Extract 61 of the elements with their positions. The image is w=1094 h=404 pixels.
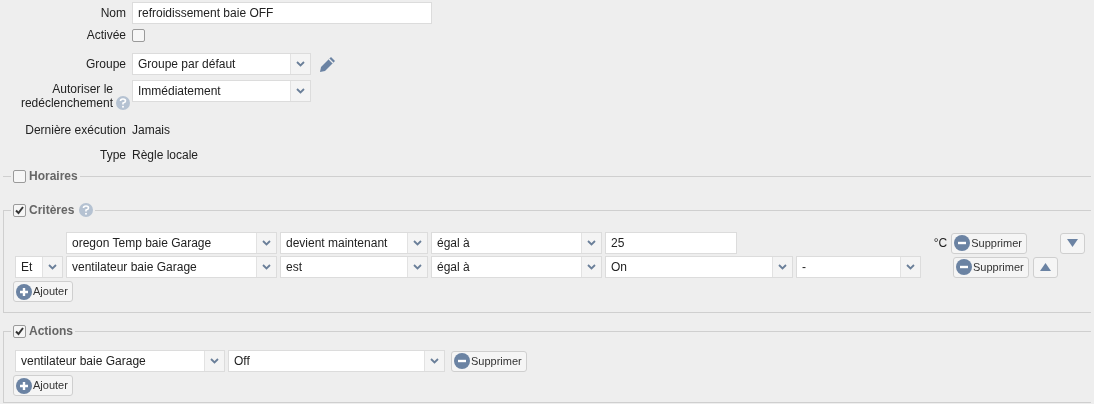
field-value: Règle locale <box>132 147 199 164</box>
chevron-icon <box>413 240 422 246</box>
dropdown-field[interactable]: est <box>280 256 428 278</box>
chevron-icon <box>778 264 787 270</box>
chevron-icon <box>430 358 439 364</box>
move-up-button[interactable] <box>1032 256 1058 278</box>
chevron-icon <box>262 240 271 246</box>
section-title: Actions <box>29 323 73 340</box>
chevron-icon <box>296 88 305 94</box>
chevron-icon <box>587 264 596 270</box>
field-label: Groupe <box>85 57 126 71</box>
dropdown-field[interactable]: oregon Temp baie Garage <box>66 232 277 254</box>
field-label: Dernière exécution <box>25 123 126 137</box>
add-button[interactable]: Ajouter <box>13 375 73 396</box>
field-label: Activée <box>86 28 126 42</box>
pencil-icon[interactable] <box>319 55 336 73</box>
chevron-icon <box>413 264 422 270</box>
add-button[interactable]: Ajouter <box>13 281 73 302</box>
chevron-icon <box>262 264 271 270</box>
section-title: Critères <box>29 202 75 219</box>
minus-icon <box>956 259 972 275</box>
dropdown-field[interactable]: Off <box>228 350 445 372</box>
chevron-icon <box>296 61 305 67</box>
dropdown-field[interactable]: égal à <box>431 256 602 278</box>
dropdown-field[interactable]: devient maintenant <box>280 232 428 254</box>
field-label: Nom <box>100 6 126 20</box>
minus-icon <box>454 353 470 369</box>
input-field[interactable]: 25 <box>605 232 737 254</box>
chevron-icon <box>48 264 57 270</box>
dropdown-field[interactable]: Immédiatement <box>132 80 311 102</box>
unit-label: °C <box>932 235 948 252</box>
dropdown-field[interactable]: égal à <box>431 232 602 254</box>
chevron-icon <box>587 240 596 246</box>
plus-icon <box>16 283 32 300</box>
up-triangle-icon <box>1039 263 1051 271</box>
field-label: Autoriser le redéclenchement <box>19 82 113 110</box>
section-title: Horaires <box>29 168 78 185</box>
chevron-icon <box>906 264 915 270</box>
chevron-icon <box>210 358 219 364</box>
delete-button[interactable]: Supprimer <box>953 256 1029 278</box>
dropdown-field[interactable]: ventilateur baie Garage <box>66 256 277 278</box>
delete-button[interactable]: Supprimer <box>451 350 527 372</box>
checkbox[interactable] <box>13 324 26 338</box>
down-triangle-icon <box>1067 239 1078 247</box>
help-icon[interactable] <box>116 96 130 110</box>
field-label: Type <box>100 148 126 162</box>
checkbox[interactable] <box>13 169 26 183</box>
field-value: Jamais <box>132 122 170 139</box>
dropdown-field[interactable]: - <box>796 256 921 278</box>
checkbox[interactable] <box>13 203 26 217</box>
dropdown-field[interactable]: Groupe par défaut <box>132 53 311 75</box>
minus-icon <box>954 235 971 251</box>
delete-button[interactable]: Supprimer <box>951 232 1027 254</box>
dropdown-field[interactable]: On <box>605 256 793 278</box>
dropdown-field[interactable]: Et <box>15 256 63 278</box>
move-down-button[interactable] <box>1060 232 1085 254</box>
input-field[interactable]: refroidissement baie OFF <box>132 2 432 24</box>
plus-icon <box>16 377 32 394</box>
dropdown-field[interactable]: ventilateur baie Garage <box>15 350 225 372</box>
help-icon[interactable] <box>79 203 94 217</box>
checkbox[interactable] <box>132 28 145 42</box>
